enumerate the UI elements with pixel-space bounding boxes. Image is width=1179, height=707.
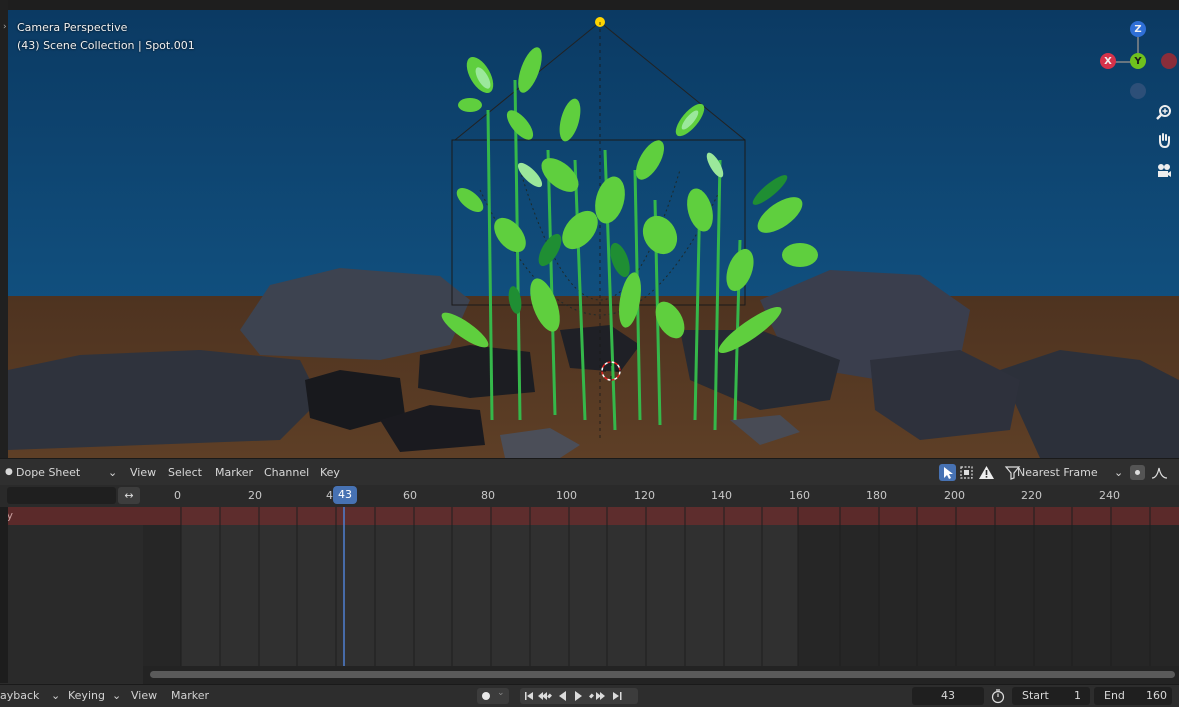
falloff-curve-icon[interactable]	[1151, 464, 1168, 481]
start-label: Start	[1022, 689, 1049, 702]
play-button[interactable]	[573, 688, 589, 704]
warning-icon[interactable]	[978, 464, 995, 481]
proportional-editing-toggle[interactable]	[1130, 465, 1145, 480]
tick-140: 140	[711, 489, 732, 502]
tick-80: 80	[481, 489, 495, 502]
auto-keying-toggle[interactable]: ⌄	[477, 688, 509, 704]
hand-pan-icon[interactable]	[1153, 129, 1175, 151]
select-tool-icon[interactable]	[939, 464, 956, 481]
stopwatch-icon[interactable]	[990, 688, 1006, 704]
keyframe-track-area[interactable]	[143, 507, 1179, 683]
menu-keying[interactable]: Keying	[68, 685, 105, 707]
tick-40: 4	[326, 489, 333, 502]
tick-160: 160	[789, 489, 810, 502]
start-value: 1	[1074, 689, 1081, 702]
end-frame-field[interactable]: End 160	[1094, 687, 1172, 705]
dot-icon	[1135, 470, 1140, 475]
gizmo-y-label: Y	[1134, 55, 1142, 67]
end-value: 160	[1146, 689, 1167, 702]
start-frame-field[interactable]: Start 1	[1012, 687, 1090, 705]
snapping-dropdown[interactable]: Nearest Frame	[1017, 459, 1098, 486]
gizmo-x-axis[interactable]: X	[1100, 53, 1116, 69]
gizmo-z-axis[interactable]: Z	[1130, 21, 1146, 37]
scene-render	[0, 0, 1179, 458]
tick-180: 180	[866, 489, 887, 502]
menu-select[interactable]: Select	[168, 459, 202, 486]
chevron-down-icon[interactable]: ⌄	[51, 685, 60, 707]
jump-to-prev-keyframe-button[interactable]	[536, 688, 554, 704]
jump-to-next-keyframe-button[interactable]	[590, 688, 608, 704]
chevron-down-icon[interactable]: ⌄	[108, 459, 117, 486]
frame-ruler[interactable]: ↔ 0 20 4 60 80 100 120 140 160 180 200 2…	[0, 485, 1179, 507]
menu-view[interactable]: View	[130, 459, 156, 486]
timeline-footer: ayback ⌄ Keying ⌄ View Marker ⌄ 43 Start…	[0, 684, 1179, 707]
channel-search-input[interactable]	[7, 487, 116, 504]
end-label: End	[1104, 689, 1125, 702]
menu-playback[interactable]: ayback	[0, 685, 39, 707]
chevron-down-icon[interactable]: ⌄	[1114, 459, 1123, 486]
tick-100: 100	[556, 489, 577, 502]
tick-120: 120	[634, 489, 655, 502]
tick-60: 60	[403, 489, 417, 502]
track-grid	[143, 507, 1179, 683]
play-reverse-button[interactable]	[556, 688, 572, 704]
record-dot-icon	[482, 692, 490, 700]
horizontal-scrollbar[interactable]	[143, 666, 1179, 684]
chevron-down-icon[interactable]: ⌄	[112, 685, 121, 707]
gizmo-neg-x-axis[interactable]	[1161, 53, 1177, 69]
chevron-down-icon: ⌄	[497, 688, 505, 698]
menu-marker[interactable]: Marker	[215, 459, 253, 486]
expand-arrow-icon[interactable]: ›	[3, 22, 7, 32]
3d-viewport[interactable]: Camera Perspective (43) Scene Collection…	[0, 0, 1179, 458]
gizmo-z-label: Z	[1134, 23, 1142, 35]
scrollbar-thumb[interactable]	[150, 671, 1175, 678]
tick-200: 200	[944, 489, 965, 502]
menu-key[interactable]: Key	[320, 459, 340, 486]
jump-to-start-button[interactable]	[520, 688, 534, 704]
collection-info-label: (43) Scene Collection | Spot.001	[17, 39, 195, 52]
gizmo-x-label: X	[1104, 55, 1112, 67]
current-frame-indicator[interactable]: 43	[333, 486, 357, 504]
channel-list: ry	[0, 507, 143, 683]
channel-row-summary[interactable]: ry	[0, 507, 143, 525]
editor-mode-dropdown[interactable]: Dope Sheet	[16, 459, 80, 486]
view-name-label: Camera Perspective	[17, 21, 128, 34]
editor-type-icon[interactable]: ●	[5, 459, 13, 486]
menu-marker[interactable]: Marker	[171, 685, 209, 707]
dope-sheet-header: ● Dope Sheet ⌄ View Select Marker Channe…	[0, 458, 1179, 486]
tick-20: 20	[248, 489, 262, 502]
swap-arrows-icon[interactable]: ↔	[118, 487, 140, 504]
tick-220: 220	[1021, 489, 1042, 502]
gizmo-y-axis[interactable]: Y	[1130, 53, 1146, 69]
current-frame-field[interactable]: 43	[912, 687, 984, 705]
camera-view-icon[interactable]	[1153, 160, 1175, 182]
box-select-icon[interactable]	[958, 464, 975, 481]
zoom-icon[interactable]	[1153, 101, 1175, 123]
tick-0: 0	[174, 489, 181, 502]
menu-channel[interactable]: Channel	[264, 459, 309, 486]
menu-view[interactable]: View	[131, 685, 157, 707]
jump-to-end-button[interactable]	[610, 688, 628, 704]
tick-240: 240	[1099, 489, 1120, 502]
gizmo-neg-z-axis[interactable]	[1130, 83, 1146, 99]
